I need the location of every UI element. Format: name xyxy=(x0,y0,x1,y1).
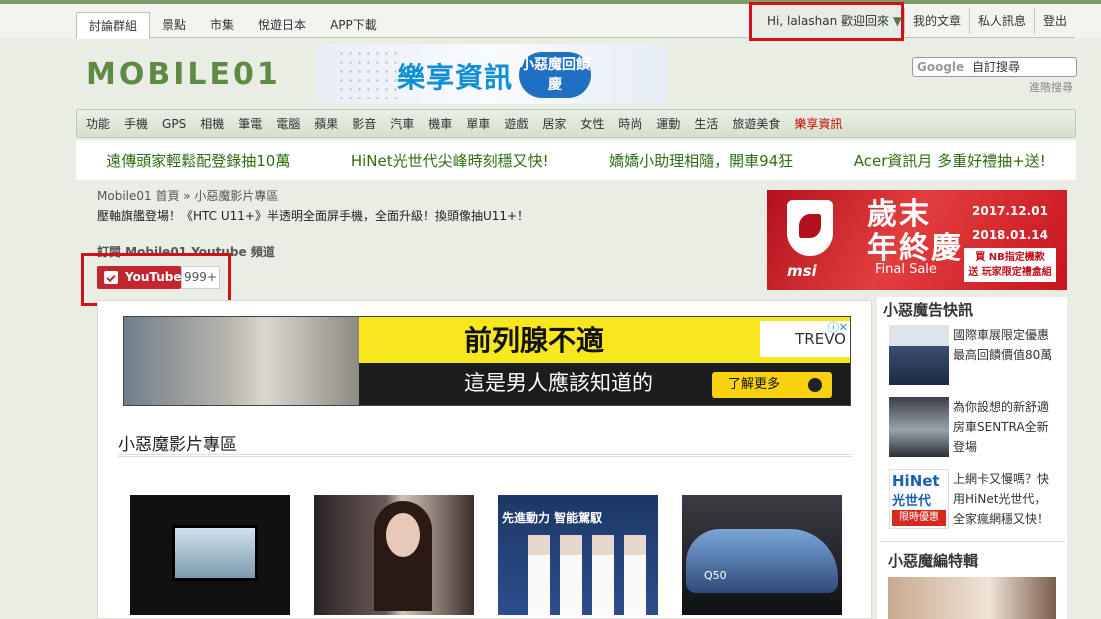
feature-thumbnail[interactable] xyxy=(888,577,1056,619)
thumbnail-person xyxy=(560,535,582,615)
search-placeholder: 自訂搜尋 xyxy=(972,60,1021,74)
banner-pattern xyxy=(337,49,397,99)
ad-photo xyxy=(124,317,359,405)
logout-link[interactable]: 登出 xyxy=(1034,8,1075,34)
category-item[interactable]: 旅遊美食 xyxy=(725,115,787,132)
top-nav: 討論群組 景點 市集 悅遊日本 APP下載 xyxy=(76,12,389,39)
video-thumbnail[interactable] xyxy=(314,495,474,615)
youtube-subscribe-button[interactable]: YouTube xyxy=(97,266,182,289)
category-item[interactable]: 蘋果 xyxy=(307,115,345,132)
category-item[interactable]: 機車 xyxy=(421,115,459,132)
thumbnail-person xyxy=(624,535,646,615)
sidebar-feature-title: 小惡魔編特輯 xyxy=(888,552,979,570)
category-item[interactable]: 運動 xyxy=(649,115,687,132)
my-posts-link[interactable]: 我的文章 xyxy=(904,8,969,34)
hinet-logo: HiNet xyxy=(892,472,940,490)
ticker-bar: 遠傳頭家輕鬆配登錄抽10萬 HiNet光世代尖峰時刻穩又快! 嬌嬌小助理相隨，開… xyxy=(76,140,1076,180)
category-item[interactable]: 時尚 xyxy=(611,115,649,132)
msi-title: 歲末 年終慶 xyxy=(867,198,963,266)
category-item[interactable]: 單車 xyxy=(459,115,497,132)
ad-headline: 前列腺不適 xyxy=(464,324,605,357)
thumbnail-face xyxy=(386,513,420,557)
thumbnail-person xyxy=(528,535,550,615)
hinet-thumbnail: HiNet 光世代 限時優惠 xyxy=(889,469,949,529)
msi-promo-line2: 送 玩家限定禮盒組 xyxy=(968,267,1052,278)
search-input[interactable]: Google 自訂搜尋 xyxy=(912,57,1077,77)
category-item[interactable]: 筆電 xyxy=(231,115,269,132)
breadcrumb[interactable]: Mobile01 首頁 » 小惡魔影片專區 xyxy=(97,187,278,204)
thumbnail-car xyxy=(686,529,838,593)
category-item[interactable]: 生活 xyxy=(687,115,725,132)
hinet-sub: 光世代 xyxy=(892,494,932,509)
category-item[interactable]: 功能 xyxy=(79,115,117,132)
thumbnail-car-label: Q50 xyxy=(704,569,727,582)
msi-subtitle: Final Sale xyxy=(875,262,937,277)
subscriber-count: 999+ xyxy=(181,266,220,289)
banner-main-text: 樂享資訊 xyxy=(397,61,514,94)
news-thumbnail xyxy=(889,397,949,457)
youtube-label: YouTube xyxy=(125,270,182,284)
msi-title-line1: 歲末 xyxy=(867,197,931,232)
category-item[interactable]: 女性 xyxy=(573,115,611,132)
category-item[interactable]: 手機 xyxy=(117,115,155,132)
user-greeting: Hi, lalashan 歡迎回來 xyxy=(767,14,889,28)
hinet-badge: 限時優惠 xyxy=(892,510,946,526)
msi-dragon-icon xyxy=(787,200,833,256)
promo-banner[interactable]: 樂享資訊 小惡魔回饋慶 xyxy=(317,44,667,104)
msi-promo: 買 NB指定機款 送 玩家限定禮盒組 xyxy=(964,248,1056,282)
section-divider xyxy=(118,454,853,457)
banner-sub-text: 小惡魔回饋慶 xyxy=(519,52,591,98)
news-text: 為你設想的新舒適房車SENTRA全新登場 xyxy=(953,400,1050,454)
msi-brand: msi xyxy=(787,262,817,280)
logo-text: MOBILE01 xyxy=(86,57,281,92)
category-nav: 功能 手機 GPS 相機 筆電 電腦 蘋果 影音 汽車 機車 單車 遊戲 居家 女性 時尚 運動 生活 旅遊美食樂… xyxy=(76,109,1076,138)
msi-date-start: 2017.12.01 xyxy=(972,204,1048,218)
category-item[interactable]: 電腦 xyxy=(269,115,307,132)
msi-title-line2: 年終慶 xyxy=(867,231,963,266)
tab-attractions[interactable]: 景點 xyxy=(150,12,198,38)
user-menu[interactable]: Hi, lalashan 歡迎回來 ▼ xyxy=(749,2,904,41)
tab-forum[interactable]: 討論群組 xyxy=(76,12,151,39)
ticker-item[interactable]: 嬌嬌小助理相隨，開車94狂 xyxy=(609,150,793,171)
ad-subline: 這是男人應該知道的 xyxy=(464,371,653,395)
news-thumbnail xyxy=(889,325,949,385)
thumbnail-screen xyxy=(172,525,258,581)
news-text: 國際車展限定優惠最高回饋價值80萬 xyxy=(953,328,1053,362)
category-item[interactable]: 居家 xyxy=(535,115,573,132)
thumbnail-caption: 先進動力 智能駕馭 xyxy=(502,511,603,525)
msi-date-end: 2018.01.14 xyxy=(972,228,1048,242)
category-item[interactable]: 汽車 xyxy=(383,115,421,132)
private-messages-link[interactable]: 私人訊息 xyxy=(969,8,1034,34)
news-text: 上網卡又慢嗎？快用HiNet光世代，全家瘋網穩又快！ xyxy=(953,472,1050,526)
sidebar-divider xyxy=(880,541,1065,542)
thumbnail-person xyxy=(592,535,614,615)
ad-choices-icon[interactable]: ⓘ✕ xyxy=(828,319,848,335)
tab-app-download[interactable]: APP下載 xyxy=(318,12,389,38)
checkmark-icon xyxy=(104,271,118,284)
ticker-item[interactable]: Acer資訊月 多重好禮抽+送! xyxy=(854,150,1046,171)
section-title: 小惡魔影片專區 xyxy=(118,435,237,455)
category-item[interactable]: 遊戲 xyxy=(497,115,535,132)
msi-promo-line1: 買 NB指定機款 xyxy=(975,252,1045,263)
tab-market[interactable]: 市集 xyxy=(198,12,246,38)
dropdown-arrow-icon: ▼ xyxy=(892,14,903,28)
category-item[interactable]: 樂享資訊 xyxy=(787,115,849,132)
video-thumbnail[interactable]: 先進動力 智能駕馭 xyxy=(498,495,658,615)
ticker-item[interactable]: HiNet光世代尖峰時刻穩又快! xyxy=(351,150,549,171)
category-item[interactable]: 相機 xyxy=(193,115,231,132)
google-logo: Google xyxy=(917,60,965,74)
intro-text[interactable]: 壓軸旗艦登場！《HTC U11+》半透明全面屏手機，全面升級！換頭像抽U11+！ xyxy=(97,207,529,224)
display-ad[interactable]: 前列腺不適 這是男人應該知道的 TREVO ⓘ✕ 了解更多 xyxy=(123,316,851,406)
msi-ad[interactable]: msi 歲末 年終慶 Final Sale 2017.12.01 2018.01… xyxy=(767,190,1067,290)
mobile01-logo[interactable]: MOBILE01 xyxy=(86,48,308,94)
ticker-item[interactable]: 遠傳頭家輕鬆配登錄抽10萬 xyxy=(106,150,290,171)
category-item[interactable]: 影音 xyxy=(345,115,383,132)
video-thumbnail[interactable] xyxy=(130,495,290,615)
category-item[interactable]: GPS xyxy=(155,117,193,131)
video-thumbnail[interactable]: Q50 xyxy=(682,495,842,615)
sidebar-news-title: 小惡魔告快訊 xyxy=(883,301,974,319)
advanced-search-link[interactable]: 進階搜尋 xyxy=(1029,79,1073,95)
ad-cta-button[interactable]: 了解更多 xyxy=(712,372,832,398)
tab-japan-travel[interactable]: 悅遊日本 xyxy=(246,12,318,38)
